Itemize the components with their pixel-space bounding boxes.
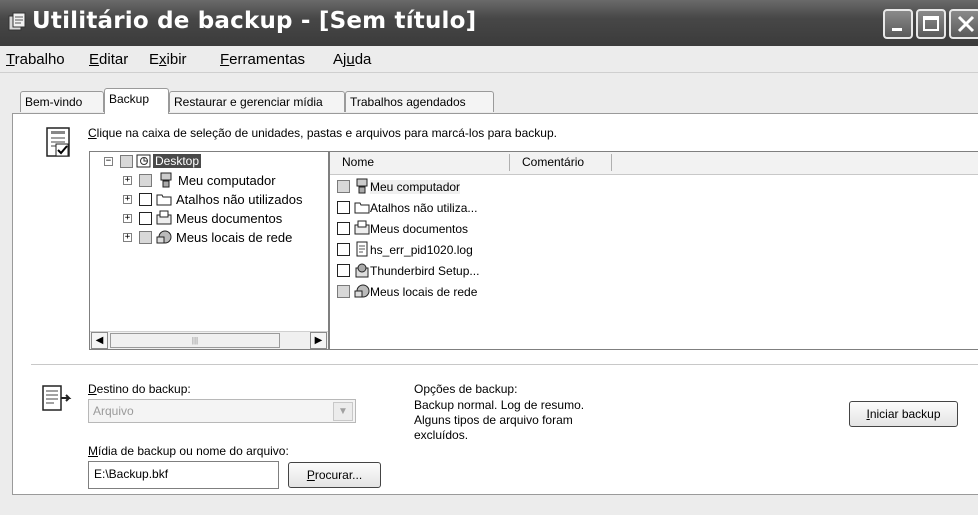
media-filename-value: E:\Backup.bkf — [94, 467, 169, 481]
minimize-button[interactable] — [883, 9, 913, 39]
text-file-icon — [356, 241, 368, 257]
list-item-label: Meu computador — [370, 180, 461, 194]
setup-icon — [355, 263, 369, 278]
media-filename-input[interactable]: E:\Backup.bkf — [88, 461, 279, 489]
column-divider[interactable] — [611, 154, 612, 171]
list-checkbox[interactable] — [337, 222, 350, 235]
column-header-nome[interactable]: Nome — [342, 155, 374, 169]
computer-icon — [356, 178, 368, 194]
maximize-button[interactable] — [916, 9, 946, 39]
list-header: Nome Comentário — [330, 152, 978, 175]
computer-icon — [160, 172, 172, 188]
column-divider[interactable] — [509, 154, 510, 171]
tree-horizontal-scrollbar[interactable]: ◀ ||| ▶ — [90, 331, 328, 349]
expand-toggle[interactable]: + — [123, 195, 132, 204]
tab-backup[interactable]: Backup — [104, 88, 169, 114]
expand-toggle[interactable]: + — [123, 214, 132, 223]
destination-label: Destino do backup: — [88, 382, 191, 396]
folder-icon — [156, 194, 172, 206]
list-checkbox[interactable] — [337, 180, 350, 193]
list-item[interactable]: Meus documentos — [330, 219, 510, 240]
window-title: Utilitário de backup - [Sem título] — [32, 8, 477, 34]
minimize-icon — [892, 28, 902, 31]
close-icon — [957, 15, 975, 33]
tree-item-meus-documentos[interactable]: + Meus documentos — [90, 210, 326, 228]
menu-bar: Trabalho Editar Exibir Ferramentas Ajuda — [0, 46, 978, 73]
list-item[interactable]: Thunderbird Setup... — [330, 261, 510, 282]
options-line-2: Alguns tipos de arquivo foram — [414, 413, 573, 427]
list-checkbox[interactable] — [337, 243, 350, 256]
tree-checkbox[interactable] — [139, 193, 152, 206]
tab-bem-vindo[interactable]: Bem-vindo — [20, 91, 104, 112]
menu-ajuda[interactable]: Ajuda — [333, 51, 371, 68]
close-button[interactable] — [949, 9, 978, 39]
options-line-3: excluídos. — [414, 428, 469, 442]
scroll-right-button[interactable]: ▶ — [310, 332, 327, 349]
backup-tab-panel: Clique na caixa de seleção de unidades, … — [12, 113, 978, 495]
tree-item-desktop[interactable]: − Desktop — [90, 153, 326, 171]
network-icon — [354, 284, 370, 298]
list-checkbox[interactable] — [337, 285, 350, 298]
chevron-down-icon[interactable]: ▼ — [333, 402, 353, 421]
title-bar[interactable]: Utilitário de backup - [Sem título] — [0, 0, 978, 46]
scrollbar-thumb[interactable]: ||| — [110, 333, 280, 348]
list-item[interactable]: hs_err_pid1020.log — [330, 240, 510, 261]
tab-trabalhos-agendados[interactable]: Trabalhos agendados — [345, 91, 494, 112]
menu-ferramentas[interactable]: Ferramentas — [220, 51, 305, 68]
tree-item-meu-computador[interactable]: + Meu computador — [90, 172, 326, 190]
list-item[interactable]: Meus locais de rede — [330, 282, 510, 303]
expand-toggle[interactable]: + — [123, 176, 132, 185]
tree-item-label: Desktop — [153, 154, 202, 168]
tree-item-label: Meu computador — [178, 173, 276, 188]
tree-checkbox[interactable] — [139, 174, 152, 187]
list-item-label: hs_err_pid1020.log — [370, 243, 473, 257]
menu-exibir[interactable]: Exibir — [149, 51, 187, 68]
documents-icon — [156, 210, 172, 225]
instruction-text: Clique na caixa de seleção de unidades, … — [88, 126, 557, 140]
section-divider — [31, 364, 978, 365]
start-backup-button[interactable]: Iniciar backup — [849, 401, 958, 427]
media-label: Mídia de backup ou nome do arquivo: — [88, 444, 289, 458]
network-icon — [156, 230, 172, 244]
tab-strip: Bem-vindo Backup Restaurar e gerenciar m… — [0, 88, 978, 114]
scroll-left-button[interactable]: ◀ — [91, 332, 108, 349]
maximize-icon — [923, 16, 939, 31]
file-list[interactable]: Nome Comentário Meu computador Atalhos n… — [329, 151, 978, 350]
backup-utility-window: Utilitário de backup - [Sem título] Trab… — [0, 0, 978, 515]
list-checkbox[interactable] — [337, 201, 350, 214]
options-line-1: Backup normal. Log de resumo. — [414, 398, 585, 412]
tree-item-atalhos[interactable]: + Atalhos não utilizados — [90, 191, 326, 209]
browse-button[interactable]: Procurar... — [288, 462, 381, 488]
destination-select-value: Arquivo — [93, 404, 134, 418]
list-item-label: Meus locais de rede — [370, 285, 478, 299]
menu-editar[interactable]: Editar — [89, 51, 128, 68]
tree-item-meus-locais-de-rede[interactable]: + Meus locais de rede — [90, 229, 326, 247]
list-item-label: Atalhos não utiliza... — [370, 201, 478, 215]
folder-tree[interactable]: − Desktop + Meu computador + Atalhos não… — [89, 151, 329, 350]
options-title: Opções de backup: — [414, 382, 518, 396]
documents-icon — [354, 220, 370, 235]
tree-item-label: Atalhos não utilizados — [176, 192, 303, 207]
backup-app-icon — [8, 12, 26, 31]
column-header-comentario[interactable]: Comentário — [522, 155, 584, 169]
tree-item-label: Meus locais de rede — [176, 230, 293, 245]
desktop-icon — [136, 154, 151, 168]
menu-trabalho[interactable]: Trabalho — [6, 51, 65, 68]
backup-destination-icon — [42, 385, 72, 411]
tab-restaurar[interactable]: Restaurar e gerenciar mídia — [169, 91, 345, 112]
list-item-label: Thunderbird Setup... — [370, 264, 480, 278]
collapse-toggle[interactable]: − — [104, 157, 113, 166]
destination-select[interactable]: Arquivo ▼ — [88, 399, 356, 423]
tree-checkbox[interactable] — [120, 155, 133, 168]
list-item-label: Meus documentos — [370, 222, 469, 236]
list-item[interactable]: Meu computador — [330, 177, 510, 198]
tree-item-label: Meus documentos — [176, 211, 283, 226]
folder-icon — [354, 202, 370, 214]
expand-toggle[interactable]: + — [123, 233, 132, 242]
list-item[interactable]: Atalhos não utiliza... — [330, 198, 510, 219]
list-checkbox[interactable] — [337, 264, 350, 277]
checklist-icon — [46, 127, 70, 157]
tree-checkbox[interactable] — [139, 212, 152, 225]
tree-checkbox[interactable] — [139, 231, 152, 244]
